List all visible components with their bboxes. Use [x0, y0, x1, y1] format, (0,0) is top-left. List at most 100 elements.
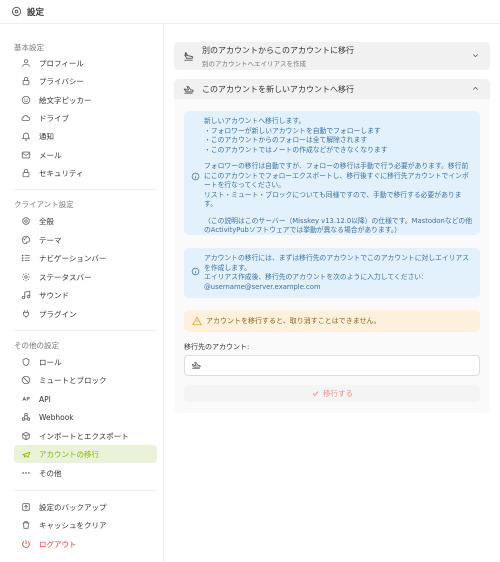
sidebar-item-drive[interactable]: ドライブ — [14, 109, 157, 127]
folder-migrate[interactable]: このアカウントを新しいアカウントへ移行 — [174, 79, 490, 99]
target-account-input[interactable] — [206, 361, 466, 370]
user-icon — [20, 57, 32, 69]
sidebar-item-mute-block[interactable]: ミュートとブロック — [14, 371, 157, 389]
plane-icon — [20, 448, 32, 460]
sidebar-item-label: テーマ — [39, 235, 62, 245]
sidebar-item-privacy[interactable]: プライバシー — [14, 72, 157, 90]
webhook-icon — [20, 411, 32, 423]
info-icon — [191, 267, 200, 276]
sidebar-item-label: ロール — [39, 357, 62, 367]
settings-icon — [20, 215, 32, 227]
sidebar-item-logout[interactable]: ログアウト — [14, 535, 157, 553]
sidebar-item-roles[interactable]: ロール — [14, 353, 157, 371]
folder-alias-title: 別のアカウントからこのアカウントに移行 — [202, 45, 354, 55]
api-icon — [20, 393, 32, 405]
package-icon — [20, 430, 32, 442]
sidebar-item-navbar[interactable]: ナビゲーションバー — [14, 249, 157, 267]
info-para-2: フォロワーの移行は自動ですが、フォローの移行は手動で行う必要があります。移行前に… — [204, 162, 469, 209]
sidebar-item-label: メール — [39, 150, 62, 160]
sidebar-item-statusbar[interactable]: ステータスバー — [14, 268, 157, 286]
sidebar-item-label: ミュートとブロック — [39, 375, 107, 385]
sidebar-item-label: Webhook — [39, 412, 74, 422]
divider — [14, 330, 157, 331]
info-para-3: （この説明はこのサーバー（Misskey v13.12.0以降）の仕様です。Ma… — [204, 216, 473, 235]
folder-migrate-title: このアカウントを新しいアカウントへ移行 — [202, 84, 354, 94]
lock-icon — [20, 75, 32, 87]
info-icon — [191, 172, 200, 181]
trash-icon — [20, 519, 32, 531]
section-title-basic: 基本設定 — [14, 43, 44, 52]
sidebar-item-label: サウンド — [39, 290, 69, 300]
ban-icon — [20, 374, 32, 386]
info-box-alias: アカウントの移行には、まずは移行先のアカウントでこのアカウントに対しエイリアスを… — [184, 248, 480, 298]
status-icon — [20, 271, 32, 283]
page-title: 設定 — [27, 7, 45, 18]
sidebar-item-settings-backup[interactable]: 設定のバックアップ — [14, 498, 157, 516]
warning-box: アカウントを移行すると、取り消すことはできません。 — [184, 310, 480, 332]
badge-icon — [20, 356, 32, 368]
sidebar-item-label: プロフィール — [39, 58, 84, 68]
migrate-button[interactable]: 移行する — [184, 385, 480, 402]
sidebar-item-label: 絵文字ピッカー — [39, 95, 92, 105]
chevron-up-icon — [471, 84, 481, 94]
sidebar-item-clear-cache[interactable]: キャッシュをクリア — [14, 516, 157, 534]
migrate-panel: 新しいアカウントへ移行します。 ・フォロワーが新しいアカウントを自動でフォローし… — [174, 99, 490, 413]
sidebar-item-label: ログアウト — [39, 539, 77, 549]
sidebar-item-emoji-picker[interactable]: 絵文字ピッカー — [14, 91, 157, 109]
sidebar-item-label: 全般 — [39, 216, 54, 226]
sidebar-item-plugins[interactable]: プラグイン — [14, 305, 157, 323]
power-icon — [20, 538, 32, 550]
plane-departure-icon — [182, 83, 194, 95]
page-header: 設定 — [0, 0, 500, 24]
backup-icon — [20, 501, 32, 513]
sidebar-item-email[interactable]: メール — [14, 146, 157, 164]
plug-icon — [20, 308, 32, 320]
chevron-down-icon — [471, 51, 481, 61]
sidebar-item-label: API — [39, 394, 51, 404]
section-title-other: その他の設定 — [14, 341, 59, 350]
warning-icon — [192, 316, 202, 326]
sidebar-item-label: アカウントの移行 — [39, 449, 99, 459]
sidebar-item-sound[interactable]: サウンド — [14, 286, 157, 304]
main-content: 別のアカウントからこのアカウントに移行 別のアカウントへエイリアスを作成 このア… — [164, 25, 500, 562]
settings-icon — [10, 6, 22, 18]
target-account-label: 移行先のアカウント: — [184, 343, 250, 351]
warning-text: アカウントを移行すると、取り消すことはできません。 — [206, 317, 381, 325]
info-para-1: 新しいアカウントへ移行します。 ・フォロワーが新しいアカウントを自動でフォローし… — [204, 117, 388, 154]
dots-icon — [20, 467, 32, 479]
sidebar-item-security[interactable]: セキュリティ — [14, 164, 157, 182]
sidebar-item-label: ステータスバー — [39, 272, 92, 282]
mail-icon — [20, 149, 32, 161]
lock-icon — [20, 167, 32, 179]
info-alias-text: アカウントの移行には、まずは移行先のアカウントでこのアカウントに対しエイリアスを… — [204, 254, 470, 291]
folder-alias-subtitle: 別のアカウントへエイリアスを作成 — [202, 59, 306, 68]
migrate-button-label: 移行する — [323, 389, 353, 398]
list-icon — [20, 252, 32, 264]
bell-icon — [20, 130, 32, 142]
sidebar-item-notifications[interactable]: 通知 — [14, 127, 157, 145]
sidebar-item-label: キャッシュをクリア — [39, 520, 107, 530]
plane-arrival-icon — [182, 50, 194, 62]
sidebar-item-import-export[interactable]: インポートとエクスポート — [14, 427, 157, 445]
sidebar-item-label: プラグイン — [39, 309, 77, 319]
info-box-explanation: 新しいアカウントへ移行します。 ・フォロワーが新しいアカウントを自動でフォローし… — [184, 111, 480, 235]
plane-departure-icon — [191, 360, 202, 371]
sidebar-item-profile[interactable]: プロフィール — [14, 54, 157, 72]
sidebar-item-webhook[interactable]: Webhook — [14, 408, 157, 426]
sidebar-item-theme[interactable]: テーマ — [14, 231, 157, 249]
sidebar: 基本設定 プロフィール プライバシー 絵文字ピッカー ドライブ 通知 メール セ… — [0, 25, 164, 562]
target-account-field[interactable] — [184, 355, 480, 376]
music-icon — [20, 289, 32, 301]
sidebar-item-label: ドライブ — [39, 113, 69, 123]
sidebar-item-label: その他 — [39, 468, 62, 478]
sidebar-item-label: ナビゲーションバー — [39, 253, 107, 263]
divider — [14, 189, 157, 190]
sidebar-item-account-migration[interactable]: アカウントの移行 — [14, 445, 157, 463]
sidebar-item-general[interactable]: 全般 — [14, 212, 157, 230]
check-icon — [311, 389, 320, 398]
sidebar-item-api[interactable]: API — [14, 390, 157, 408]
folder-alias[interactable]: 別のアカウントからこのアカウントに移行 別のアカウントへエイリアスを作成 — [174, 42, 490, 70]
sidebar-item-label: 設定のバックアップ — [39, 502, 107, 512]
sidebar-item-label: プライバシー — [39, 76, 84, 86]
sidebar-item-other[interactable]: その他 — [14, 464, 157, 482]
